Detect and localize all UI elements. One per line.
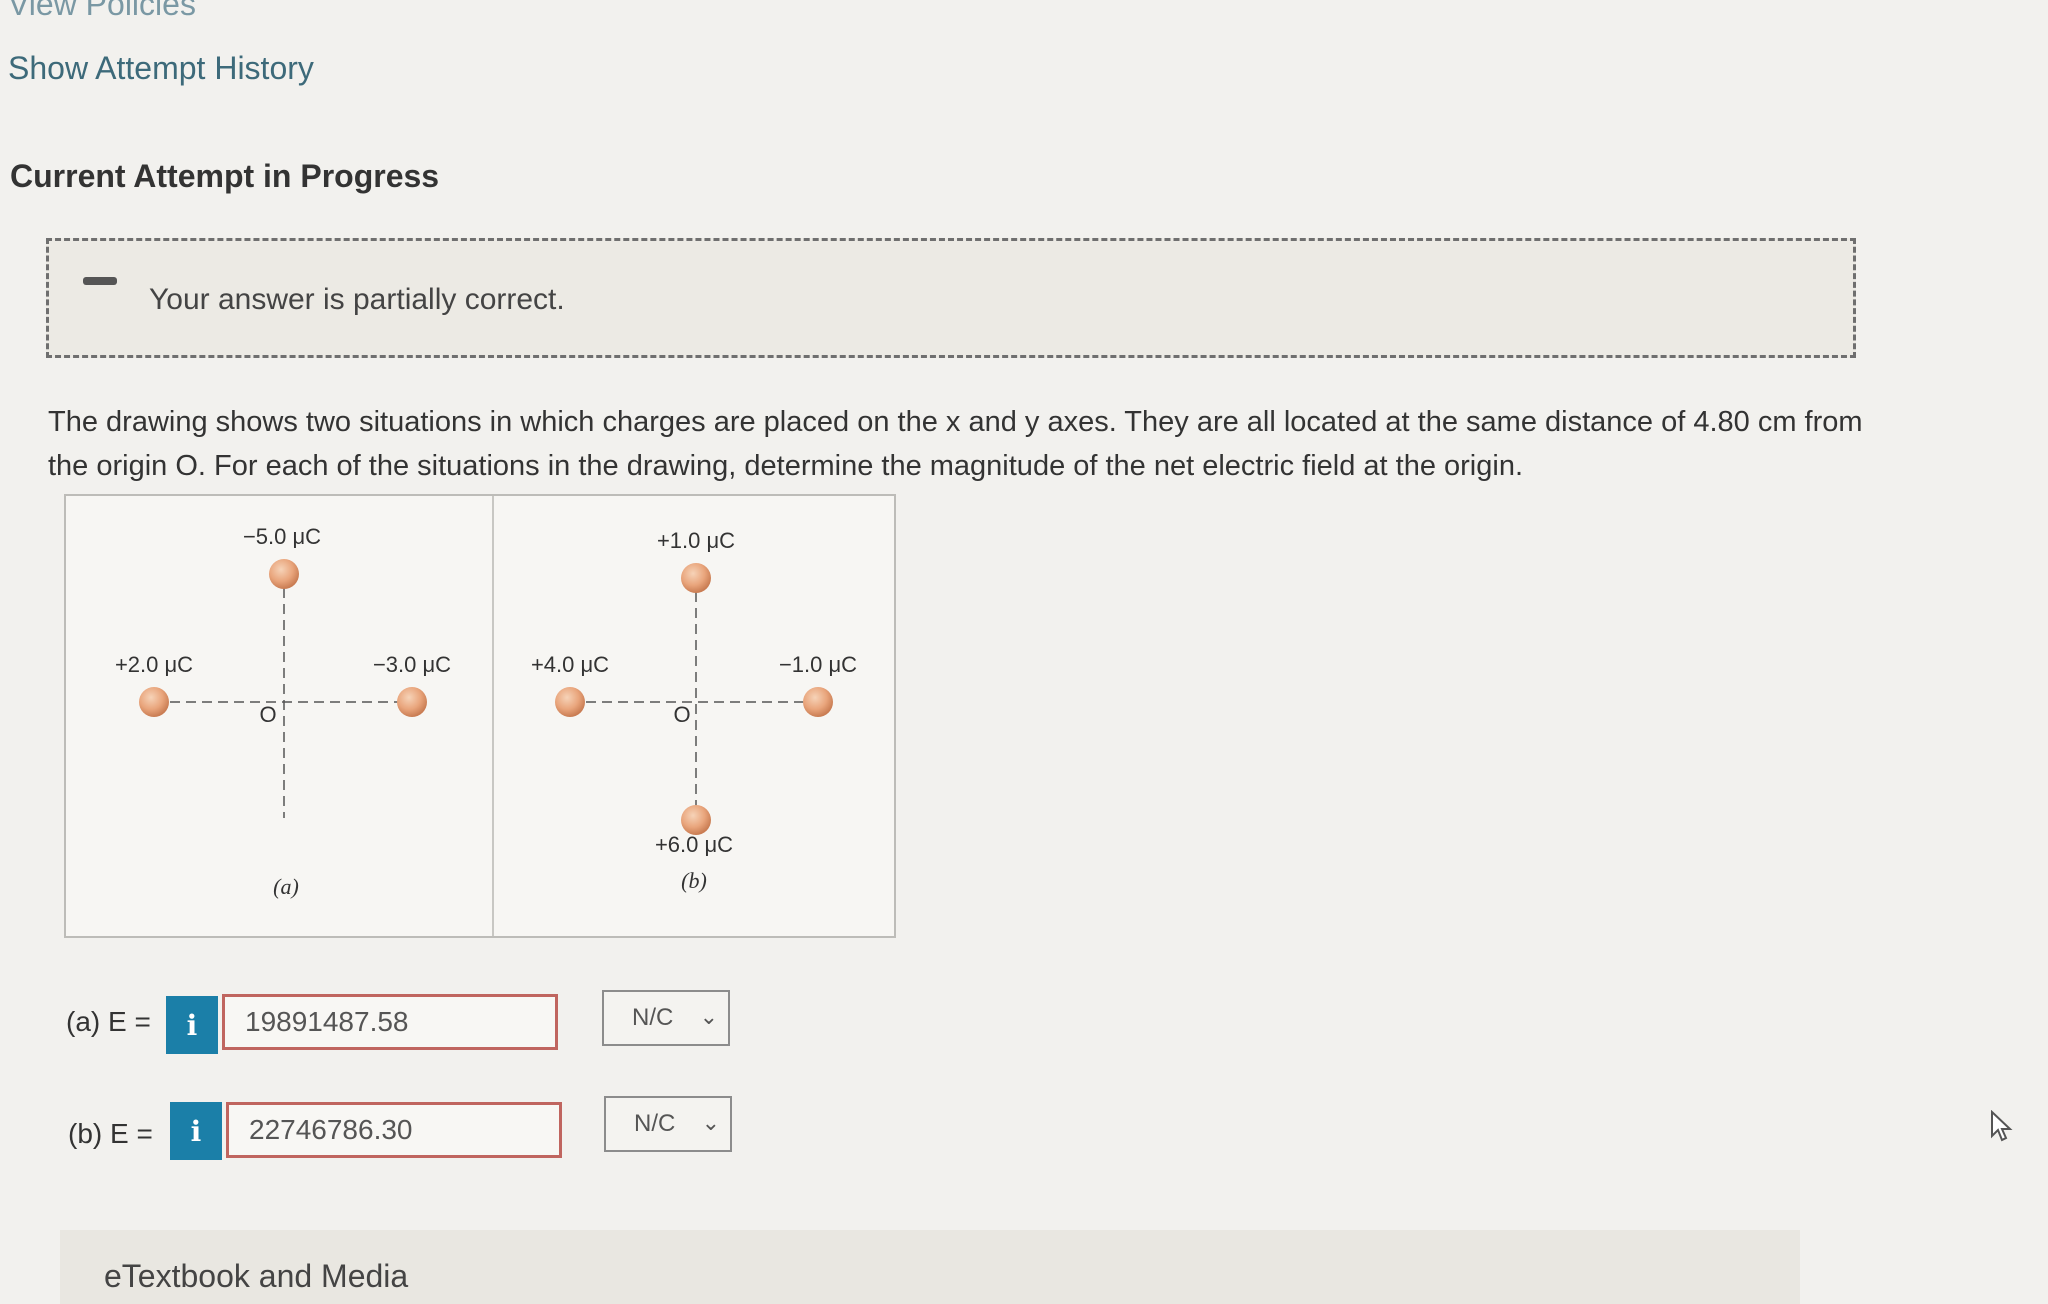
part-a-label: (a) E = [66, 1006, 151, 1037]
show-attempt-history-link[interactable]: Show Attempt History [8, 50, 314, 87]
figure-drawing: −5.0 μC +2.0 μC −3.0 μC O (a) +1.0 μC +4… [115, 524, 857, 899]
question-text: The drawing shows two situations in whic… [48, 406, 1863, 482]
info-b-button[interactable]: i [170, 1102, 222, 1160]
unit-a-value: N/C [632, 1004, 674, 1031]
info-icon: i [186, 1008, 198, 1042]
charge-b-right [803, 687, 833, 717]
caption-b: (b) [681, 868, 707, 893]
charge-a-top-label: −5.0 μC [243, 524, 321, 549]
charge-b-bottom-label: +6.0 μC [655, 832, 733, 857]
charge-b-right-label: −1.0 μC [779, 652, 857, 677]
view-policies-link[interactable]: View Policies [8, 0, 196, 23]
part-b-label: (b) E = [68, 1118, 153, 1149]
attempt-heading: Current Attempt in Progress [10, 158, 440, 194]
unit-b-value: N/C [634, 1110, 676, 1137]
unit-b-select[interactable]: N/C ⌄ [604, 1096, 732, 1152]
charge-b-left [555, 687, 585, 717]
chevron-down-icon: ⌄ [699, 1004, 718, 1029]
answer-b-input[interactable] [226, 1102, 562, 1158]
charge-a-right [397, 687, 427, 717]
charge-figure: −5.0 μC +2.0 μC −3.0 μC O (a) +1.0 μC +4… [64, 494, 896, 938]
info-icon: i [190, 1114, 202, 1148]
charge-b-top-label: +1.0 μC [657, 528, 735, 553]
unit-a-select[interactable]: N/C ⌄ [602, 990, 730, 1046]
answer-a-input[interactable] [222, 994, 558, 1050]
charge-b-top [681, 563, 711, 593]
charge-a-right-label: −3.0 μC [373, 652, 451, 677]
chevron-down-icon: ⌄ [701, 1110, 720, 1135]
charge-a-left [139, 687, 169, 717]
charge-a-left-label: +2.0 μC [115, 652, 193, 677]
charge-a-top [269, 559, 299, 589]
caption-a: (a) [273, 874, 299, 899]
charge-b-left-label: +4.0 μC [531, 652, 609, 677]
info-a-button[interactable]: i [166, 996, 218, 1054]
minus-icon [83, 277, 117, 285]
feedback-box: Your answer is partially correct. [46, 238, 1856, 358]
feedback-text: Your answer is partially correct. [149, 283, 565, 316]
origin-a-label: O [259, 702, 276, 727]
etextbook-media-link[interactable]: eTextbook and Media [104, 1258, 408, 1295]
cursor-icon [1991, 1110, 2013, 1142]
charge-b-bottom [681, 805, 711, 835]
origin-b-label: O [673, 702, 690, 727]
